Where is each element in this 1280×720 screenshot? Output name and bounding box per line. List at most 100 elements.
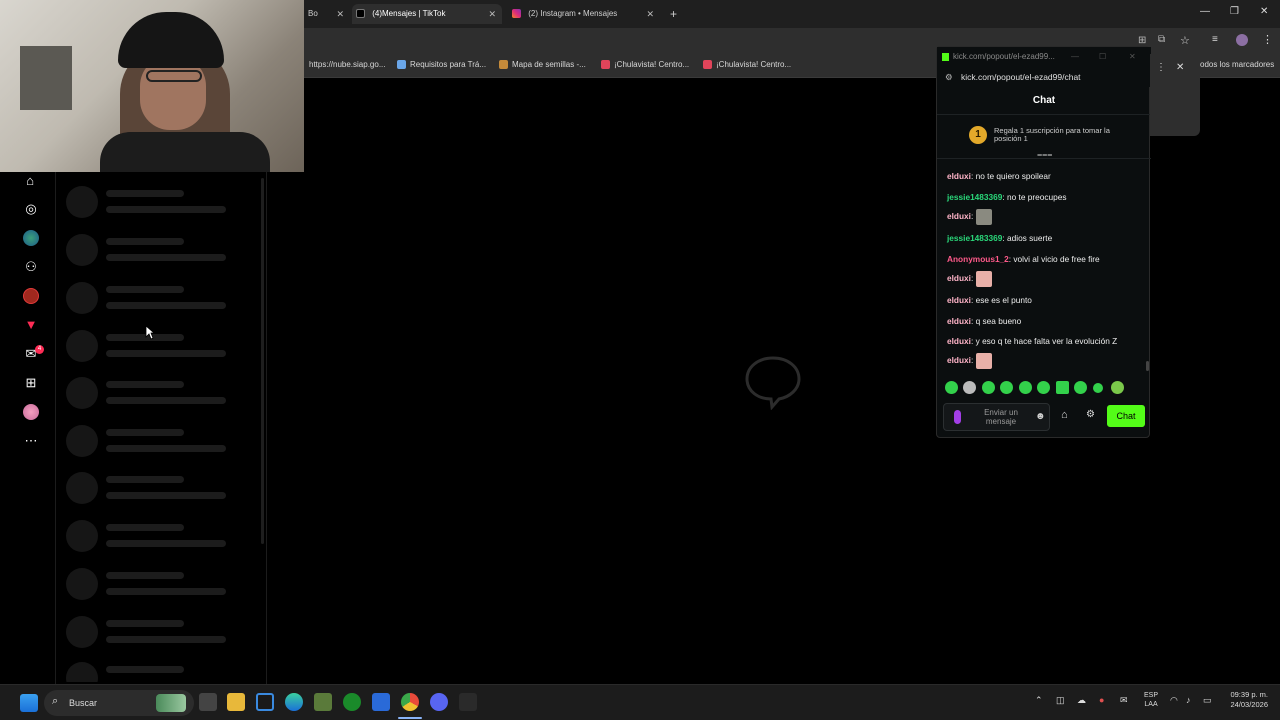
emote-icon[interactable] bbox=[945, 381, 958, 394]
tab-instagram[interactable]: (2) Instagram • Mensajes ✕ bbox=[508, 4, 660, 24]
explore-icon[interactable]: ◎ bbox=[23, 201, 39, 217]
site-settings-icon[interactable]: ⚙ bbox=[945, 67, 953, 87]
chat-username[interactable]: elduxi bbox=[947, 171, 971, 181]
bookmark-item[interactable]: https://nube.siap.go... bbox=[309, 60, 386, 69]
extensions-icon[interactable]: ≡ bbox=[1212, 34, 1218, 45]
conversation-list-scrollbar[interactable] bbox=[261, 178, 264, 544]
chat-username[interactable]: elduxi bbox=[947, 273, 971, 283]
microsoft-store-icon[interactable] bbox=[256, 693, 274, 711]
app-tray-icon[interactable]: ◫ bbox=[1056, 695, 1065, 706]
minecraft-icon[interactable] bbox=[314, 693, 332, 711]
close-icon[interactable]: ✕ bbox=[1129, 47, 1136, 67]
tiktok-favicon-icon bbox=[356, 9, 365, 19]
home-icon[interactable]: ⌂ bbox=[22, 173, 38, 189]
bookmark-item[interactable]: ¡Chulavista! Centro... bbox=[601, 60, 689, 70]
send-chat-button[interactable]: Chat bbox=[1107, 405, 1145, 427]
emote-icon[interactable] bbox=[1093, 383, 1103, 393]
close-icon[interactable]: ✕ bbox=[646, 4, 654, 24]
minimize-icon[interactable]: — bbox=[1071, 47, 1079, 67]
upload-icon[interactable]: ⊞ bbox=[23, 375, 39, 391]
emote-icon[interactable] bbox=[1037, 381, 1050, 394]
file-explorer-icon[interactable] bbox=[227, 693, 245, 711]
emoji-picker-icon[interactable]: ☻ bbox=[1035, 411, 1046, 422]
bookmark-item[interactable]: Requisitos para Trá... bbox=[397, 60, 486, 70]
chat-username[interactable]: elduxi bbox=[947, 295, 971, 305]
tab-label: (2) Instagram • Mensajes bbox=[528, 9, 618, 18]
chrome-icon[interactable] bbox=[401, 693, 419, 711]
emote-icon[interactable] bbox=[982, 381, 995, 394]
tab-1[interactable]: Bo ✕ bbox=[304, 4, 350, 24]
notification-tray-icon[interactable]: ✉ bbox=[1120, 695, 1128, 706]
chat-username[interactable]: jessie1483369 bbox=[947, 233, 1002, 243]
chat-username[interactable]: elduxi bbox=[947, 211, 971, 221]
chat-message-input[interactable]: Enviar un mensaje ☻ bbox=[943, 403, 1050, 431]
emote-icon[interactable] bbox=[1111, 381, 1124, 394]
expand-icon[interactable]: ⩶ bbox=[1037, 149, 1052, 160]
onedrive-icon[interactable]: ☁ bbox=[1077, 695, 1086, 706]
chat-scrollbar[interactable] bbox=[1146, 361, 1149, 371]
cat-emote-icon bbox=[975, 209, 992, 225]
more-icon[interactable]: ⋯ bbox=[23, 433, 39, 449]
bookmark-item[interactable]: ¡Chulavista! Centro... bbox=[703, 60, 791, 70]
emote-icon[interactable] bbox=[1000, 381, 1013, 394]
discord-icon[interactable] bbox=[430, 693, 448, 711]
emote-icon[interactable] bbox=[1074, 381, 1087, 394]
loading-placeholder-row bbox=[66, 520, 256, 554]
close-icon[interactable]: ✕ bbox=[1176, 62, 1184, 73]
popout-url-bar[interactable]: ⚙ kick.com/popout/el-ezad99/chat bbox=[937, 67, 1151, 87]
new-tab-button[interactable]: + bbox=[666, 4, 686, 24]
live-avatar-icon[interactable] bbox=[23, 288, 39, 304]
emote-icon[interactable] bbox=[963, 381, 976, 394]
translate-icon[interactable]: ⊞ bbox=[1138, 35, 1146, 46]
emote-icon[interactable] bbox=[1019, 381, 1032, 394]
chat-username[interactable]: elduxi bbox=[947, 316, 971, 326]
bookmark-star-icon[interactable]: ☆ bbox=[1180, 34, 1190, 47]
microphone-icon[interactable] bbox=[954, 410, 961, 424]
chat-username[interactable]: jessie1483369 bbox=[947, 192, 1002, 202]
loading-placeholder-row bbox=[66, 616, 256, 650]
minimize-icon[interactable]: — bbox=[1200, 6, 1210, 17]
xbox-icon[interactable] bbox=[343, 693, 361, 711]
task-view-icon[interactable] bbox=[199, 693, 217, 711]
close-icon[interactable]: ✕ bbox=[488, 4, 496, 24]
tab-label: (4)Mensajes | TikTok bbox=[372, 9, 446, 18]
emote-icon[interactable] bbox=[1056, 381, 1069, 394]
close-window-icon[interactable]: ✕ bbox=[1260, 6, 1268, 17]
chat-username[interactable]: elduxi bbox=[947, 355, 971, 365]
menu-kebab-icon[interactable]: ⋮ bbox=[1156, 62, 1166, 73]
close-icon[interactable]: ✕ bbox=[336, 4, 344, 24]
chat-username[interactable]: Anonymous1_2 bbox=[947, 254, 1009, 264]
settings-gear-icon[interactable]: ⚙ bbox=[1086, 409, 1095, 420]
gift-sub-banner[interactable]: 1 Regala 1 suscripción para tomar la pos… bbox=[937, 115, 1151, 159]
store-icon[interactable]: ⌂ bbox=[1061, 409, 1068, 421]
share-icon[interactable]: ⧉ bbox=[1158, 34, 1165, 45]
bookmark-item[interactable]: Mapa de semillas -... bbox=[499, 60, 586, 70]
filter-icon[interactable]: ▼ bbox=[23, 317, 39, 333]
chat-message: elduxi: q sea bueno bbox=[947, 316, 1022, 326]
profile-avatar-icon[interactable] bbox=[1236, 34, 1248, 46]
profile-avatar-icon[interactable] bbox=[23, 404, 39, 420]
clock[interactable]: 09:39 p. m. 24/03/2026 bbox=[1222, 690, 1268, 710]
restore-icon[interactable]: ❐ bbox=[1230, 6, 1239, 17]
avatar-icon[interactable] bbox=[23, 230, 39, 246]
chat-message: elduxi: ese es el punto bbox=[947, 295, 1032, 305]
microphone-tray-icon[interactable]: ● bbox=[1099, 695, 1104, 705]
airbnb-icon bbox=[601, 60, 610, 70]
windows-start-icon[interactable] bbox=[20, 694, 38, 712]
tab-tiktok[interactable]: (4)Mensajes | TikTok ✕ bbox=[352, 4, 502, 24]
following-icon[interactable]: ⚇ bbox=[23, 259, 39, 275]
menu-kebab-icon[interactable]: ⋮ bbox=[1262, 33, 1273, 46]
maximize-icon[interactable]: ☐ bbox=[1099, 47, 1106, 67]
wifi-icon[interactable]: ◠ bbox=[1170, 695, 1178, 706]
taskbar-search[interactable]: ⌕ Buscar bbox=[44, 690, 194, 716]
volume-icon[interactable]: ♪ bbox=[1186, 695, 1191, 705]
word-icon[interactable] bbox=[372, 693, 390, 711]
input-language-indicator[interactable]: ESP LAA bbox=[1144, 691, 1158, 709]
chat-username[interactable]: elduxi bbox=[947, 336, 971, 346]
edge-icon[interactable] bbox=[285, 693, 303, 711]
show-hidden-icons-icon[interactable]: ⌃ bbox=[1035, 695, 1043, 706]
all-bookmarks-folder[interactable]: odos los marcadores bbox=[1200, 60, 1274, 69]
app-icon[interactable] bbox=[459, 693, 477, 711]
battery-icon[interactable]: ▭ bbox=[1203, 695, 1212, 706]
document-icon bbox=[397, 60, 406, 70]
